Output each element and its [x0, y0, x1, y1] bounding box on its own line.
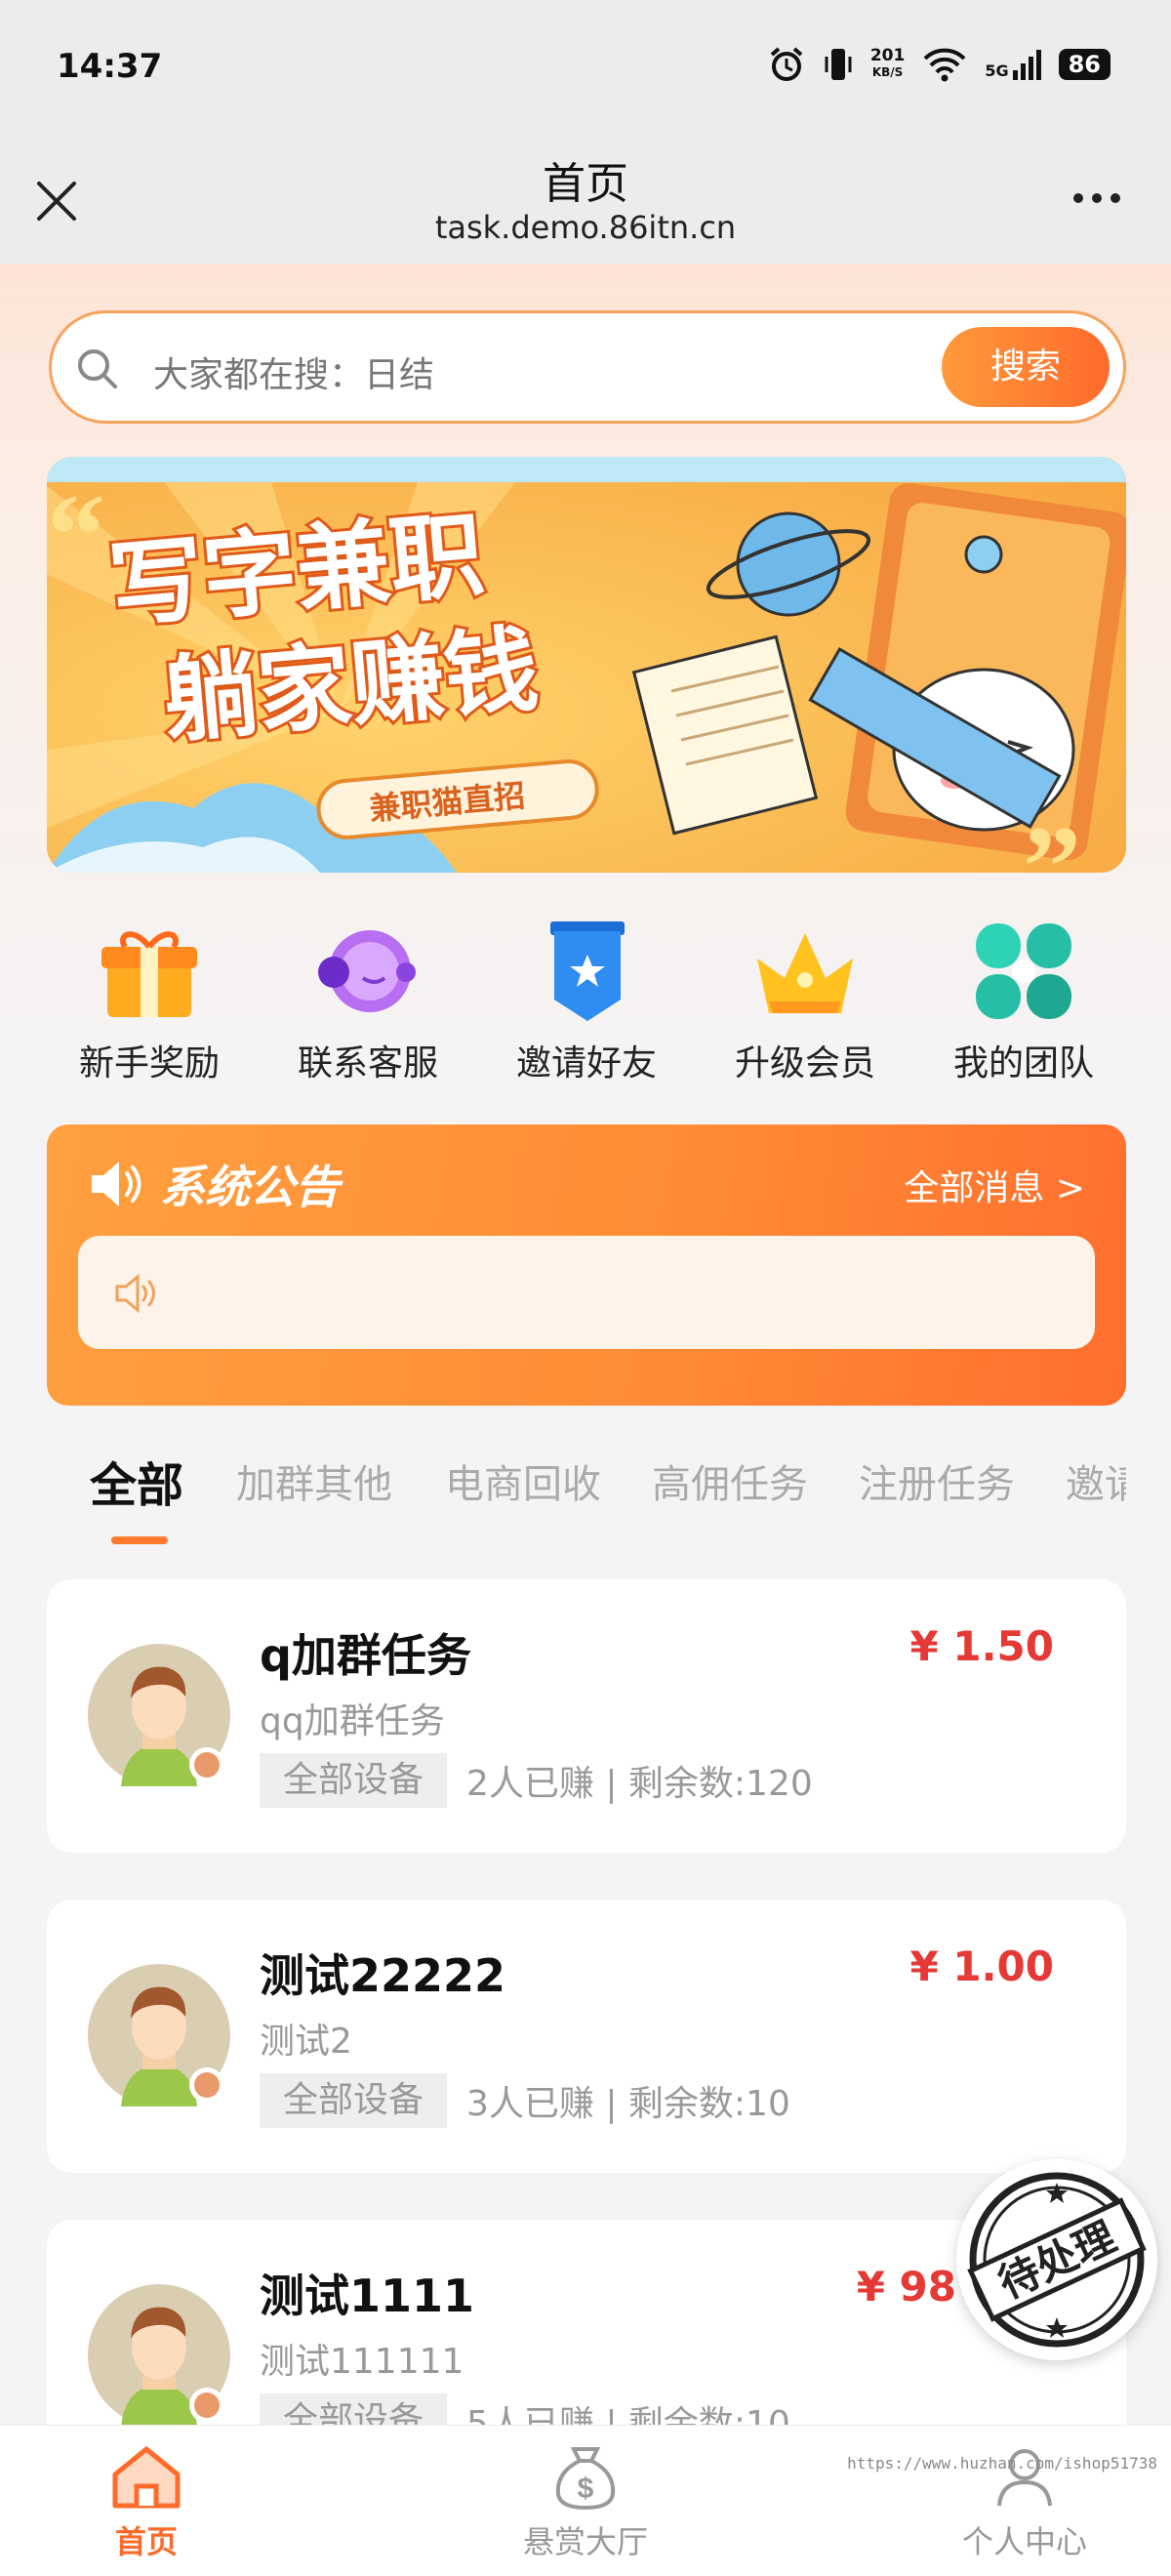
tab-high-commission[interactable]: 高佣任务 — [652, 1452, 808, 1509]
more-menu-icon[interactable] — [1073, 193, 1120, 203]
quick-label: 新手奖励 — [78, 1043, 220, 1084]
task-title: 测试1111 — [260, 2269, 475, 2322]
notice-content-box[interactable] — [78, 1236, 1095, 1349]
watermark: https://www.huzhan.com/ishop51738 — [847, 2454, 1157, 2473]
device-tag: 全部设备 — [260, 2073, 448, 2128]
active-tab-indicator — [111, 1536, 168, 1544]
quick-item-my-team[interactable]: 我的团队 — [921, 918, 1126, 1093]
task-title: q加群任务 — [260, 1629, 471, 1682]
speaker-outline-icon — [115, 1273, 155, 1314]
vibrate-icon — [825, 49, 852, 80]
all-messages-link[interactable]: 全部消息 > — [904, 1160, 1085, 1210]
headset-icon — [318, 930, 416, 1012]
quick-label: 我的团队 — [952, 1043, 1094, 1084]
task-card[interactable]: 测试22222 测试2 全部设备 3人已赚 | 剩余数:10 ¥ 1.00 — [47, 1900, 1126, 2173]
speaker-icon — [92, 1162, 141, 1206]
tab-bounty-hall[interactable]: $ 悬赏大厅 — [468, 2443, 703, 2562]
quick-label: 联系客服 — [297, 1043, 438, 1084]
status-bar: 14:37 201 KB/S 5G 86 — [0, 0, 1171, 137]
network-speed: 201 KB/S — [869, 46, 906, 80]
device-tag: 全部设备 — [260, 1753, 448, 1808]
quick-item-upgrade-member[interactable]: 升级会员 — [703, 918, 908, 1093]
cell-signal: 5G — [985, 49, 1041, 80]
task-subtitle: 测试2 — [260, 2022, 352, 2062]
tab-home[interactable]: 首页 — [29, 2443, 263, 2562]
category-tabs: 全部 加群其他 电商回收 高佣任务 注册任务 邀请 — [47, 1452, 1126, 1540]
bottom-tab-bar: 首页 $ 悬赏大厅 个人中心 — [0, 2425, 1171, 2576]
system-notice: 系统公告 全部消息 > — [47, 1124, 1126, 1406]
battery-indicator: 86 — [1058, 49, 1110, 80]
tab-ecommerce-recycle[interactable]: 电商回收 — [445, 1452, 601, 1509]
svg-text:“: “ — [47, 470, 105, 599]
status-time: 14:37 — [57, 47, 163, 86]
nav-bar: 首页 task.demo.86itn.cn — [0, 137, 1171, 264]
quick-actions: 新手奖励 联系客服 邀请好友 升级会员 我的团队 — [47, 918, 1126, 1093]
task-price: ¥ 1.00 — [909, 1942, 1054, 1990]
svg-text:待处理: 待处理 — [991, 2214, 1122, 2308]
task-price: ¥ 98 — [856, 2263, 956, 2310]
task-price: ¥ 1.50 — [909, 1622, 1054, 1670]
svg-text:”: ” — [1023, 801, 1081, 873]
gift-icon — [101, 931, 197, 1017]
alarm-icon — [770, 47, 803, 81]
search-bar[interactable]: 大家都在搜：日结 搜索 — [49, 310, 1126, 424]
banner-illustration: 写字兼职 躺家赚钱 兼职猫直招 “ ” — [47, 457, 1126, 873]
pending-stamp-icon: 待处理 — [967, 2172, 1147, 2348]
quick-item-invite-friends[interactable]: 邀请好友 — [484, 918, 689, 1093]
quick-item-contact-service[interactable]: 联系客服 — [265, 918, 470, 1093]
avatar — [88, 2284, 230, 2427]
tab-register-task[interactable]: 注册任务 — [859, 1452, 1015, 1509]
search-icon — [78, 349, 117, 388]
wifi-icon — [923, 48, 966, 82]
tab-group-other[interactable]: 加群其他 — [236, 1452, 392, 1509]
quick-item-newbie-reward[interactable]: 新手奖励 — [47, 918, 252, 1093]
page-title: 首页 — [543, 159, 628, 209]
money-bag-icon: $ — [555, 2447, 616, 2511]
svg-text:$: $ — [578, 2473, 594, 2505]
avatar — [88, 1644, 230, 1786]
search-input[interactable]: 大家都在搜：日结 — [153, 347, 434, 397]
crown-icon — [757, 933, 853, 1013]
search-button[interactable]: 搜索 — [942, 327, 1110, 407]
task-subtitle: qq加群任务 — [260, 1701, 445, 1741]
promo-banner[interactable]: 写字兼职 躺家赚钱 兼职猫直招 “ ” — [47, 457, 1126, 873]
home-icon — [112, 2446, 181, 2509]
avatar — [88, 1964, 230, 2106]
tab-invite[interactable]: 邀请 — [1066, 1452, 1126, 1509]
notice-title: 系统公告 — [160, 1161, 340, 1213]
signal-bars-icon — [1012, 50, 1041, 80]
page-url: task.demo.86itn.cn — [434, 209, 737, 246]
star-ribbon-icon — [550, 921, 625, 1021]
task-title: 测试22222 — [260, 1949, 506, 2002]
task-card[interactable]: q加群任务 qq加群任务 全部设备 2人已赚 | 剩余数:120 ¥ 1.50 — [47, 1579, 1126, 1853]
tab-all[interactable]: 全部 — [90, 1452, 183, 1515]
task-stats: 3人已赚 | 剩余数:10 — [466, 2084, 790, 2124]
team-clover-icon — [976, 923, 1071, 1019]
pending-stamp-button[interactable]: 待处理 — [956, 2159, 1157, 2360]
task-subtitle: 测试111111 — [260, 2342, 464, 2382]
task-stats: 2人已赚 | 剩余数:120 — [466, 1764, 813, 1804]
quick-label: 邀请好友 — [515, 1043, 657, 1084]
status-icons: 201 KB/S 5G 86 — [767, 45, 1110, 84]
quick-label: 升级会员 — [734, 1043, 875, 1084]
